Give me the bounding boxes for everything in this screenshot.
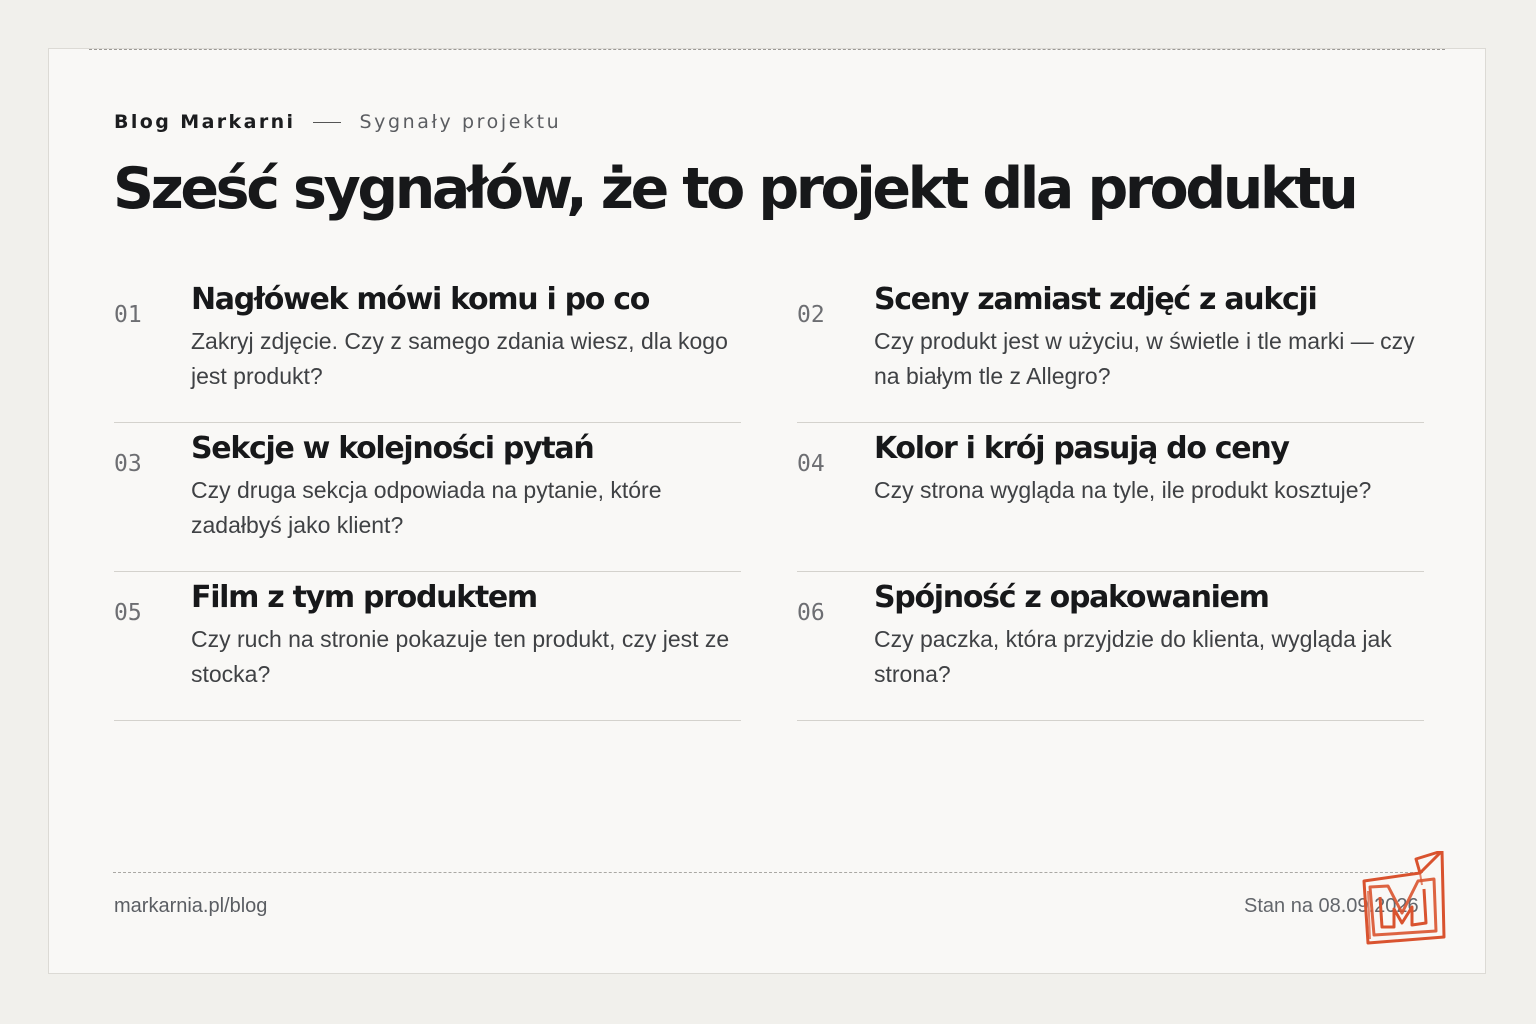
item-title: Sekcje w kolejności pytań [191, 431, 595, 466]
item-number: 03 [114, 451, 142, 477]
item-number: 06 [797, 600, 825, 626]
item-title: Sceny zamiast zdjęć z aukcji [874, 282, 1318, 317]
footer-divider [113, 872, 1423, 873]
section-label: Sygnały projektu [359, 111, 562, 133]
item-description: Czy paczka, która przyjdzie do klienta, … [874, 626, 1392, 687]
list-item: 06 Spójność z opakowaniem Czy paczka, kt… [797, 572, 1424, 721]
item-title: Nagłówek mówi komu i po co [191, 282, 650, 317]
list-item: 03 Sekcje w kolejności pytań Czy druga s… [114, 423, 741, 572]
item-description: Czy ruch na stronie pokazuje ten produkt… [191, 626, 730, 687]
list-item: 01 Nagłówek mówi komu i po co Zakryj zdj… [114, 274, 741, 423]
footer-url-link[interactable]: markarnia.pl/blog [114, 895, 267, 918]
item-description: Czy produkt jest w użyciu, w świetle i t… [874, 328, 1415, 389]
list-item: 05 Film z tym produktem Czy ruch na stro… [114, 572, 741, 721]
list-item: 02 Sceny zamiast zdjęć z aukcji Czy prod… [797, 274, 1424, 423]
item-title: Film z tym produktem [191, 580, 538, 615]
item-description: Czy strona wygląda na tyle, ile produkt … [874, 477, 1372, 503]
markarnia-m-logo-icon [1362, 851, 1446, 945]
item-title: Kolor i krój pasują do ceny [874, 431, 1290, 466]
item-number: 04 [797, 451, 825, 477]
item-title: Spójność z opakowaniem [874, 580, 1270, 615]
article-card: Blog Markarni Sygnały projektu Sześć syg… [48, 48, 1486, 974]
kicker-dash [313, 121, 342, 123]
item-number: 01 [114, 302, 142, 328]
item-description: Czy druga sekcja odpowiada na pytanie, k… [191, 477, 662, 538]
item-description: Zakryj zdjęcie. Czy z samego zdania wies… [191, 328, 728, 389]
kicker: Blog Markarni Sygnały projektu [114, 111, 561, 133]
page-title: Sześć sygnałów, że to projekt dla produk… [113, 156, 1359, 222]
blog-brand[interactable]: Blog Markarni [114, 111, 295, 133]
list-item: 04 Kolor i krój pasują do ceny Czy stron… [797, 423, 1424, 572]
item-number: 02 [797, 302, 825, 328]
top-divider [89, 49, 1445, 50]
item-number: 05 [114, 600, 142, 626]
